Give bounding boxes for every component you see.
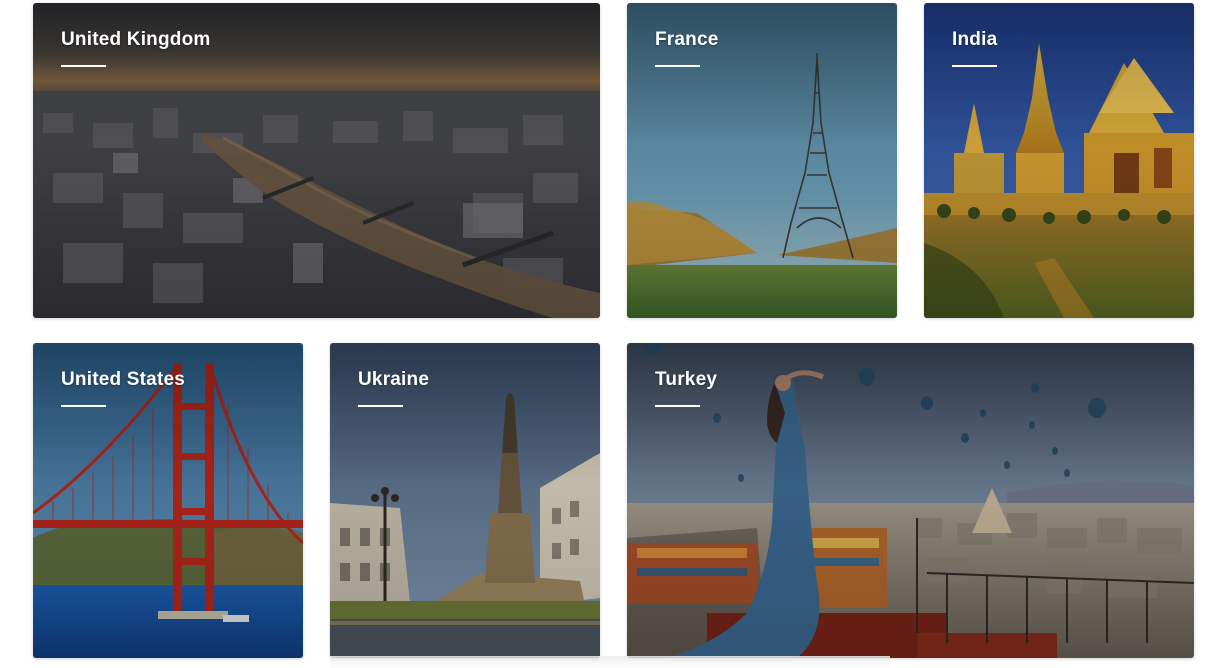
- card-caption: United States: [61, 369, 185, 407]
- title-underline: [655, 405, 700, 407]
- destination-title: United Kingdom: [61, 29, 211, 50]
- title-underline: [61, 405, 106, 407]
- card-caption: Ukraine: [358, 369, 429, 407]
- card-caption: Turkey: [655, 369, 717, 407]
- card-caption: France: [655, 29, 719, 67]
- destination-title: United States: [61, 369, 186, 390]
- destination-title: India: [952, 29, 998, 50]
- destination-card-turkey[interactable]: Turkey: [627, 343, 1194, 658]
- title-underline: [358, 405, 403, 407]
- bottom-fade-shadow: [330, 656, 890, 668]
- title-underline: [61, 65, 106, 67]
- destination-title: France: [655, 29, 719, 50]
- destination-card-united-states[interactable]: United States: [33, 343, 303, 658]
- destinations-grid: United Kingdom France India United State…: [0, 0, 1218, 668]
- destination-title: Turkey: [655, 369, 718, 390]
- destination-card-india[interactable]: India: [924, 3, 1194, 318]
- title-underline: [952, 65, 997, 67]
- destination-card-ukraine[interactable]: Ukraine: [330, 343, 600, 658]
- destination-card-france[interactable]: France: [627, 3, 897, 318]
- card-caption: India: [952, 29, 997, 67]
- destination-title: Ukraine: [358, 369, 430, 390]
- destination-card-united-kingdom[interactable]: United Kingdom: [33, 3, 600, 318]
- title-underline: [655, 65, 700, 67]
- card-caption: United Kingdom: [61, 29, 211, 67]
